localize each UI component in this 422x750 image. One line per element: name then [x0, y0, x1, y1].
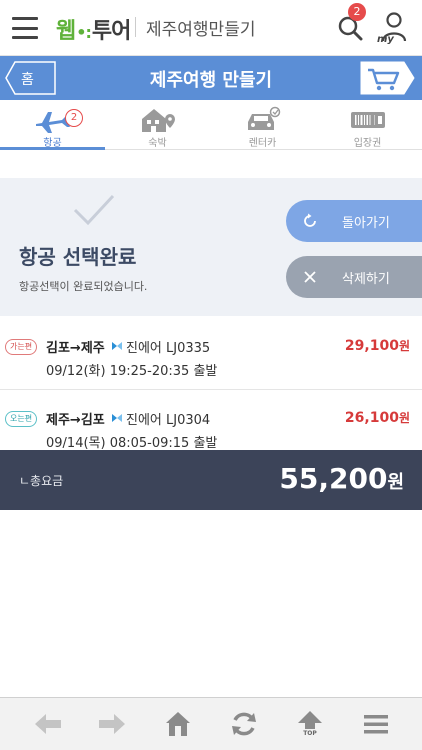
scroll-top-button[interactable]: TOP	[295, 710, 325, 738]
flight-schedule: 09/14(목) 08:05-09:15 출발	[46, 436, 218, 451]
menu-icon[interactable]	[361, 710, 391, 738]
top-label: TOP	[303, 730, 317, 737]
total-amount: 55,200원	[279, 462, 404, 495]
tab-lodging-label: 숙박	[148, 138, 167, 149]
cart-icon	[360, 61, 415, 95]
complete-title: 항공 선택완료	[19, 245, 137, 269]
delete-label: 삭제하기	[342, 272, 390, 287]
tab-lodging[interactable]: 숙박	[105, 100, 210, 150]
menu-icon[interactable]	[12, 17, 38, 39]
flight-price: 29,100원	[344, 338, 410, 354]
refresh-icon	[304, 213, 316, 227]
category-tabs: 항공 숙박 렌터카 입장권	[0, 100, 422, 150]
cart-button[interactable]	[360, 61, 415, 95]
jinair-logo-icon	[112, 342, 122, 350]
up-arrow-icon	[298, 711, 322, 729]
flight-airline: 진에어 LJ0304	[126, 413, 211, 428]
cart-count-badge: 2	[348, 3, 366, 21]
tab-rentcar[interactable]: 렌터카	[210, 100, 315, 150]
outbound-badge: 가는편	[5, 339, 38, 355]
close-icon	[304, 271, 316, 283]
my-page-icon[interactable]: my	[375, 11, 407, 45]
tab-ticket-label: 입장권	[353, 138, 382, 149]
total-bar: ㄴ총요금 55,200원	[0, 450, 422, 510]
house-icon	[142, 109, 175, 132]
logo-suffix: 투어	[91, 19, 131, 44]
home-icon[interactable]	[163, 710, 193, 738]
flight-route: 제주→김포	[46, 413, 105, 428]
header-divider	[135, 17, 136, 37]
flight-item-outbound[interactable]: 가는편 김포→제주 진에어 LJ0335 09/12(화) 19:25-20:3…	[0, 318, 422, 390]
webtour-logo[interactable]: 웹•:투어	[56, 13, 131, 45]
page-title: 제주여행 만들기	[149, 70, 273, 91]
car-icon	[248, 106, 281, 130]
refresh-icon[interactable]	[229, 710, 259, 738]
my-label: my	[377, 34, 394, 45]
flight-schedule: 09/12(화) 19:25-20:35 출발	[46, 364, 218, 379]
bottom-toolbar: TOP	[0, 697, 422, 750]
flight-price: 26,100원	[344, 410, 410, 426]
return-badge: 오는편	[5, 411, 38, 427]
checkmark-icon	[73, 194, 115, 226]
jinair-logo-icon	[112, 414, 122, 422]
selection-complete-panel: 항공 선택완료 항공선택이 완료되었습니다. 돌아가기 삭제하기	[0, 178, 422, 316]
go-back-button[interactable]: 돌아가기	[286, 200, 422, 242]
flight-count-badge: 2	[65, 109, 83, 127]
tab-flight[interactable]: 항공	[0, 100, 105, 150]
complete-message: 항공선택이 완료되었습니다.	[19, 280, 148, 293]
delete-button[interactable]: 삭제하기	[286, 256, 422, 298]
flight-route: 김포→제주	[46, 341, 105, 356]
go-back-label: 돌아가기	[342, 216, 390, 231]
tab-rentcar-label: 렌터카	[248, 138, 277, 149]
ticket-icon	[351, 112, 385, 128]
logo-prefix: 웹	[56, 19, 76, 44]
total-label: ㄴ총요금	[19, 474, 64, 488]
active-tab-indicator	[0, 147, 105, 150]
tab-ticket[interactable]: 입장권	[315, 100, 420, 150]
back-arrow-icon[interactable]	[33, 710, 63, 738]
page-nav-bar: 홈 제주여행 만들기	[0, 56, 422, 100]
app-title: 제주여행만들기	[146, 20, 256, 40]
flight-airline: 진에어 LJ0335	[126, 341, 211, 356]
forward-arrow-icon[interactable]	[97, 710, 127, 738]
